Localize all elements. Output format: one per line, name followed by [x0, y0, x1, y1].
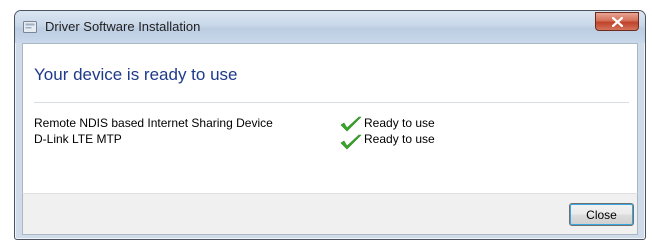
window-close-button[interactable] [595, 12, 639, 31]
device-name: D-Link LTE MTP [34, 132, 122, 146]
divider [34, 102, 629, 103]
device-row: D-Link LTE MTP Ready to use [34, 132, 629, 150]
close-button[interactable]: Close [569, 203, 634, 226]
installation-dialog: Driver Software Installation Your device… [14, 10, 646, 240]
device-icon [23, 21, 37, 33]
device-row: Remote NDIS based Internet Sharing Devic… [34, 116, 629, 133]
title-bar[interactable]: Driver Software Installation [15, 11, 645, 43]
dialog-content: Your device is ready to use Remote NDIS … [22, 43, 638, 193]
dialog-footer: Close [22, 193, 638, 235]
close-icon [612, 17, 623, 27]
device-status: Ready to use [364, 132, 435, 146]
device-name: Remote NDIS based Internet Sharing Devic… [34, 116, 273, 130]
device-status: Ready to use [364, 116, 435, 130]
checkmark-icon [340, 116, 362, 132]
page-title: Your device is ready to use [34, 65, 238, 84]
window-title: Driver Software Installation [45, 19, 201, 34]
checkmark-icon [340, 134, 362, 150]
